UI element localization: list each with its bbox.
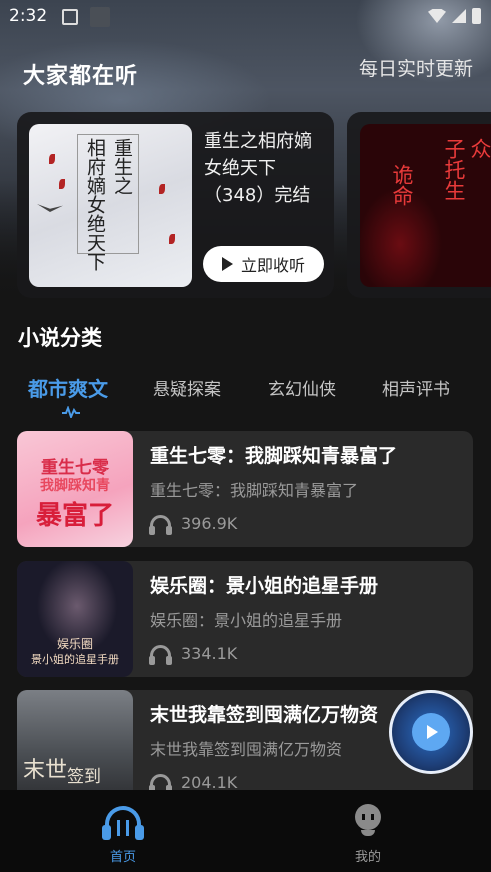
cover-title-line: 末世 (23, 758, 68, 783)
mine-icon (355, 804, 381, 830)
petal-decor (59, 179, 65, 189)
listen-now-button[interactable]: 立即收听 (203, 246, 324, 282)
listen-now-label: 立即收听 (240, 256, 305, 275)
cover-text-a: 重生之 (111, 138, 133, 195)
nav-mine[interactable]: 我的 (308, 790, 428, 872)
book-title[interactable]: 末世我靠签到囤满亿万物资 (150, 700, 378, 727)
featured-book-card[interactable]: 重生之 相府嫡女绝天下 重生之相府嫡女绝天下（348）完结 立即收听 (17, 112, 334, 298)
next-cover-text-a: 诡命 (390, 164, 414, 206)
book-subtitle: 娱乐圈：景小姐的追星手册 (150, 611, 343, 630)
tab-urban[interactable]: 都市爽文 (28, 373, 108, 402)
tab-crosstalk[interactable]: 相声评书 (382, 375, 450, 400)
wifi-icon (428, 9, 446, 23)
bird-decor (37, 204, 63, 212)
petal-decor (169, 234, 175, 244)
notification-a-icon (62, 9, 78, 25)
headphone-icon (149, 644, 172, 665)
daily-update-link[interactable]: 每日实时更新 (359, 54, 473, 81)
book-plays: 396.9K (149, 514, 238, 535)
next-cover-text-b: 众 (468, 138, 491, 159)
status-indicators (428, 8, 481, 24)
list-item[interactable]: 重生七零 我脚踩知青 暴富了 重生七零：我脚踩知青暴富了 重生七零：我脚踩知青暴… (17, 431, 473, 547)
petal-decor (159, 184, 165, 194)
nav-home[interactable]: 首页 (63, 790, 183, 872)
petal-decor (49, 154, 55, 164)
next-cover-text-c: 子托生 (442, 138, 466, 201)
category-section-title: 小说分类 (18, 326, 102, 350)
nav-home-label: 首页 (109, 850, 136, 865)
category-tabs: 都市爽文 悬疑探案 玄幻仙侠 相声评书 (0, 373, 491, 418)
cover-title-line: 景小姐的追星手册 (31, 653, 119, 666)
status-bar: 2:32 (0, 0, 491, 34)
book-title[interactable]: 重生七零：我脚踩知青暴富了 (150, 441, 397, 468)
featured-book-title[interactable]: 重生之相府嫡女绝天下（348）完结 (204, 128, 324, 209)
play-count: 396.9K (181, 514, 238, 533)
headphone-icon (149, 514, 172, 535)
featured-book-card-next[interactable]: 诡命 众 子托生 (347, 112, 491, 298)
nav-mine-label: 我的 (354, 850, 381, 865)
play-count: 334.1K (181, 644, 238, 663)
floating-player-inner (412, 713, 450, 751)
tab-mystery[interactable]: 悬疑探案 (153, 375, 221, 400)
cover-title-line: 娱乐圈 (56, 637, 93, 651)
book-cover[interactable]: 末世 签到 (17, 690, 133, 806)
signal-icon (452, 9, 466, 23)
home-book-icon (117, 820, 129, 836)
book-cover[interactable]: 娱乐圈 景小姐的追星手册 (17, 561, 133, 677)
notification-app-icon (90, 7, 110, 27)
headphone-icon (149, 773, 172, 794)
book-title[interactable]: 娱乐圈：景小姐的追星手册 (150, 571, 378, 598)
tab-fantasy[interactable]: 玄幻仙侠 (268, 375, 336, 400)
tab-active-indicator (62, 406, 80, 418)
status-time: 2:32 (9, 6, 48, 26)
book-subtitle: 重生七零：我脚踩知青暴富了 (150, 481, 359, 500)
battery-icon (472, 8, 481, 24)
play-icon (427, 725, 438, 739)
play-icon (221, 257, 233, 271)
featured-book-cover[interactable]: 重生之 相府嫡女绝天下 (29, 124, 192, 287)
cover-text-b: 相府嫡女绝天下 (84, 138, 106, 271)
cover-title-line: 我脚踩知青 (40, 478, 110, 494)
floating-player-button[interactable] (389, 690, 473, 774)
list-item[interactable]: 娱乐圈 景小姐的追星手册 娱乐圈：景小姐的追星手册 娱乐圈：景小姐的追星手册 3… (17, 561, 473, 677)
page-title: 大家都在听 (23, 64, 139, 89)
cover-title-line: 暴富了 (35, 501, 114, 531)
book-cover[interactable]: 重生七零 我脚踩知青 暴富了 (17, 431, 133, 547)
book-subtitle: 末世我靠签到囤满亿万物资 (150, 740, 343, 759)
featured-next-cover[interactable]: 诡命 众 子托生 (360, 124, 491, 287)
cover-title-line: 签到 (67, 767, 101, 787)
book-plays: 334.1K (149, 644, 238, 665)
mine-icon-base (361, 830, 375, 836)
bottom-nav: 首页 我的 (0, 790, 491, 872)
